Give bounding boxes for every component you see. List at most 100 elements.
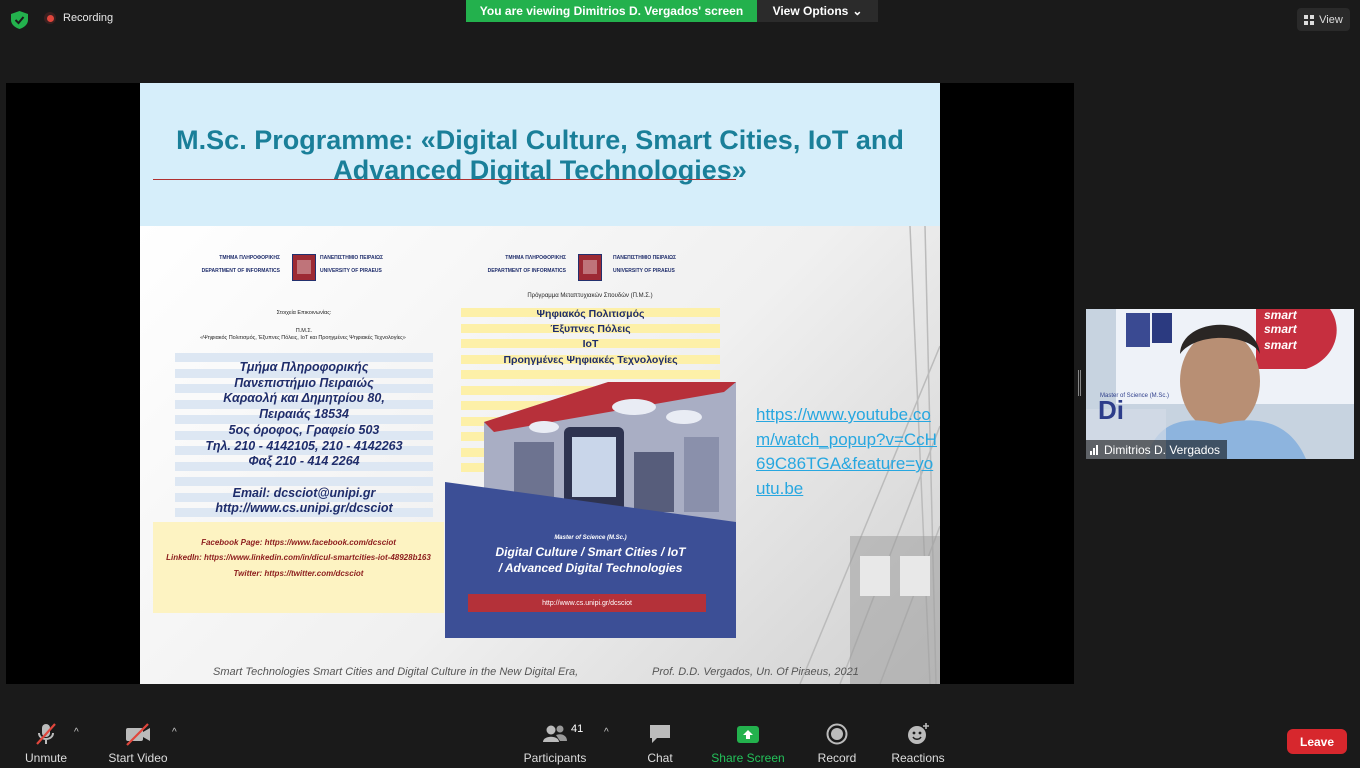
univ-en: UNIVERSITY OF PIRAEUS (613, 268, 675, 274)
viewing-screen-banner: You are viewing Dimitrios D. Vergados' s… (466, 0, 757, 22)
microphone-muted-icon (36, 723, 56, 745)
university-crest-icon (578, 254, 602, 281)
recording-icon (44, 12, 56, 24)
letterhead-rule (153, 179, 736, 180)
slide-footer-right: Prof. D.D. Vergados, Un. Of Piraeus, 202… (652, 666, 859, 678)
start-video-button[interactable]: Start Video (105, 710, 171, 768)
unmute-label: Unmute (24, 751, 68, 765)
programme-line: IoT (582, 338, 599, 351)
participant-video-tile[interactable]: Di Master of Science (M.Sc.) smart smart… (1086, 309, 1354, 459)
contact-line: Πανεπιστήμιο Πειραιώς (234, 375, 374, 390)
video-overlay-text: smart (1264, 309, 1298, 322)
dept-gr: ΤΜΗΜΑ ΠΛΗΡΟΦΟΡΙΚΗΣ (505, 255, 566, 261)
slide-footer-left: Smart Technologies Smart Cities and Digi… (213, 666, 579, 678)
zoom-meeting-window: Recording You are viewing Dimitrios D. V… (0, 0, 1360, 768)
share-screen-label: Share Screen (711, 751, 785, 765)
recording-indicator[interactable]: Recording (44, 12, 113, 24)
programme-line: Έξυπνες Πόλεις (550, 323, 631, 336)
start-video-label: Start Video (108, 751, 168, 765)
participants-count: 41 (571, 723, 584, 735)
view-options-button[interactable]: View Options ⌄ (757, 0, 878, 22)
record-icon (826, 723, 848, 745)
letterhead-left-dept: ΤΜΗΜΑ ΠΛΗΡΟΦΟΡΙΚΗΣ DEPARTMENT OF INFORMA… (195, 255, 280, 275)
view-options-label: View Options (772, 4, 849, 18)
contact-line: 5ος όροφος, Γραφείο 503 (228, 422, 380, 437)
programme-heading: Πρόγραμμα Μεταπτυχιακών Σπουδών (Π.Μ.Σ.) (527, 293, 653, 299)
record-label: Record (817, 751, 857, 765)
chat-button[interactable]: Chat (640, 710, 680, 768)
reactions-button[interactable]: Reactions (889, 710, 947, 768)
contact-line (175, 470, 433, 486)
univ-gr: ΠΑΝΕΠΙΣΤΗΜΙΟ ΠΕΙΡΑΙΩΣ (320, 255, 383, 261)
participants-label: Participants (523, 751, 587, 765)
programme-list: Ψηφιακός Πολιτισμός Έξυπνες Πόλεις IoT Π… (461, 307, 720, 368)
chat-icon (650, 725, 670, 743)
share-screen-button[interactable]: Share Screen (710, 710, 786, 768)
univ-en: UNIVERSITY OF PIRAEUS (320, 268, 382, 274)
slide-title-band: M.Sc. Programme: «Digital Culture, Smart… (140, 83, 940, 226)
resize-handle[interactable] (1078, 370, 1081, 396)
contact-line: http://www.cs.unipi.gr/dcsciot (215, 501, 393, 516)
twitter-link-text: Twitter: https://twitter.com/dcsciot (233, 569, 364, 578)
video-overlay-text: smart (1264, 338, 1298, 352)
contact-heading: Στοιχεία Επικοινωνίας: (276, 310, 332, 316)
record-button[interactable]: Record (814, 710, 860, 768)
reactions-label: Reactions (891, 751, 945, 765)
participants-caret-icon[interactable]: ^ (604, 727, 609, 738)
reactions-icon (908, 723, 929, 744)
view-label: View (1319, 13, 1343, 26)
pms-label: Π.Μ.Σ. (295, 328, 313, 334)
meeting-toolbar (0, 710, 1360, 768)
letterhead-left-univ: ΠΑΝΕΠΙΣΤΗΜΙΟ ΠΕΙΡΑΙΩΣ UNIVERSITY OF PIRA… (320, 255, 410, 275)
university-crest-icon (292, 254, 316, 281)
dept-en: DEPARTMENT OF INFORMATICS (201, 268, 280, 274)
participant-video-feed: Di Master of Science (M.Sc.) smart smart… (1086, 309, 1354, 459)
contact-line: Τμήμα Πληροφορικής (239, 360, 369, 374)
social-links-box: Facebook Page: https://www.facebook.com/… (153, 522, 444, 613)
panel-title: Digital Culture / Smart Cities / IoT / A… (445, 544, 736, 576)
dept-en: DEPARTMENT OF INFORMATICS (487, 268, 566, 274)
contact-line: Πειραιάς 18534 (259, 407, 349, 422)
youtube-link[interactable]: https://www.youtube.com/watch_popup?v=Cc… (756, 403, 938, 501)
grid-view-icon (1304, 14, 1315, 25)
pms-name: «Ψηφιακός Πολιτισμός, Έξυπνες Πόλεις, Io… (200, 335, 406, 341)
panel-title-line: / Advanced Digital Technologies (498, 561, 683, 575)
chat-label: Chat (647, 751, 673, 765)
participant-name: Dimitrios D. Vergados (1104, 442, 1221, 457)
recording-label: Recording (63, 12, 114, 24)
video-overlay-small: Master of Science (M.Sc.) (1100, 393, 1169, 399)
linkedin-link-text: LinkedIn: https://www.linkedin.com/in/di… (166, 553, 431, 562)
slide-title: M.Sc. Programme: «Digital Culture, Smart… (176, 124, 904, 185)
programme-line: Ψηφιακός Πολιτισμός (536, 308, 645, 320)
panel-website-link: http://www.cs.unipi.gr/dcsciot (468, 594, 706, 612)
contact-line: Καραολή και Δημητρίου 80, (223, 391, 385, 406)
univ-gr: ΠΑΝΕΠΙΣΤΗΜΙΟ ΠΕΙΡΑΙΩΣ (613, 255, 676, 261)
participants-button[interactable]: Participants (521, 710, 589, 768)
letterhead-right-univ: ΠΑΝΕΠΙΣΤΗΜΙΟ ΠΕΙΡΑΙΩΣ UNIVERSITY OF PIRA… (613, 255, 703, 275)
svg-text:Di: Di (1098, 395, 1124, 425)
contact-line: Τηλ. 210 - 4142105, 210 - 4142263 (205, 438, 403, 453)
programme-line: Προηγμένες Ψηφιακές Τεχνολογίες (503, 353, 678, 366)
facebook-link-text: Facebook Page: https://www.facebook.com/… (201, 538, 396, 547)
dept-gr: ΤΜΗΜΑ ΠΛΗΡΟΦΟΡΙΚΗΣ (219, 255, 280, 261)
audio-options-caret-icon[interactable]: ^ (74, 727, 79, 738)
letterhead-right-dept: ΤΜΗΜΑ ΠΛΗΡΟΦΟΡΙΚΗΣ DEPARTMENT OF INFORMA… (481, 255, 566, 275)
chevron-down-icon: ⌄ (852, 4, 863, 18)
participant-name-tag: Dimitrios D. Vergados (1086, 440, 1228, 459)
shield-icon[interactable] (11, 11, 28, 29)
contact-line: Email: dcsciot@unipi.gr (232, 485, 376, 500)
share-screen-icon (737, 726, 759, 743)
video-options-caret-icon[interactable]: ^ (172, 727, 177, 738)
participants-icon (543, 725, 567, 742)
camera-off-icon (126, 723, 150, 746)
leave-button[interactable]: Leave (1287, 729, 1347, 754)
panel-msc: Master of Science (M.Sc.) (554, 535, 627, 541)
panel-slant (445, 482, 736, 522)
view-button[interactable]: View (1297, 8, 1350, 31)
contact-line: Φαξ 210 - 414 2264 (248, 454, 360, 469)
signal-strength-icon (1090, 444, 1098, 455)
panel-title-line: Digital Culture / Smart Cities / IoT (495, 545, 686, 559)
unmute-button[interactable]: Unmute (18, 710, 74, 768)
contact-details: Τμήμα Πληροφορικής Πανεπιστήμιο Πειραιώς… (175, 360, 433, 517)
video-overlay-text: smart (1264, 322, 1298, 336)
